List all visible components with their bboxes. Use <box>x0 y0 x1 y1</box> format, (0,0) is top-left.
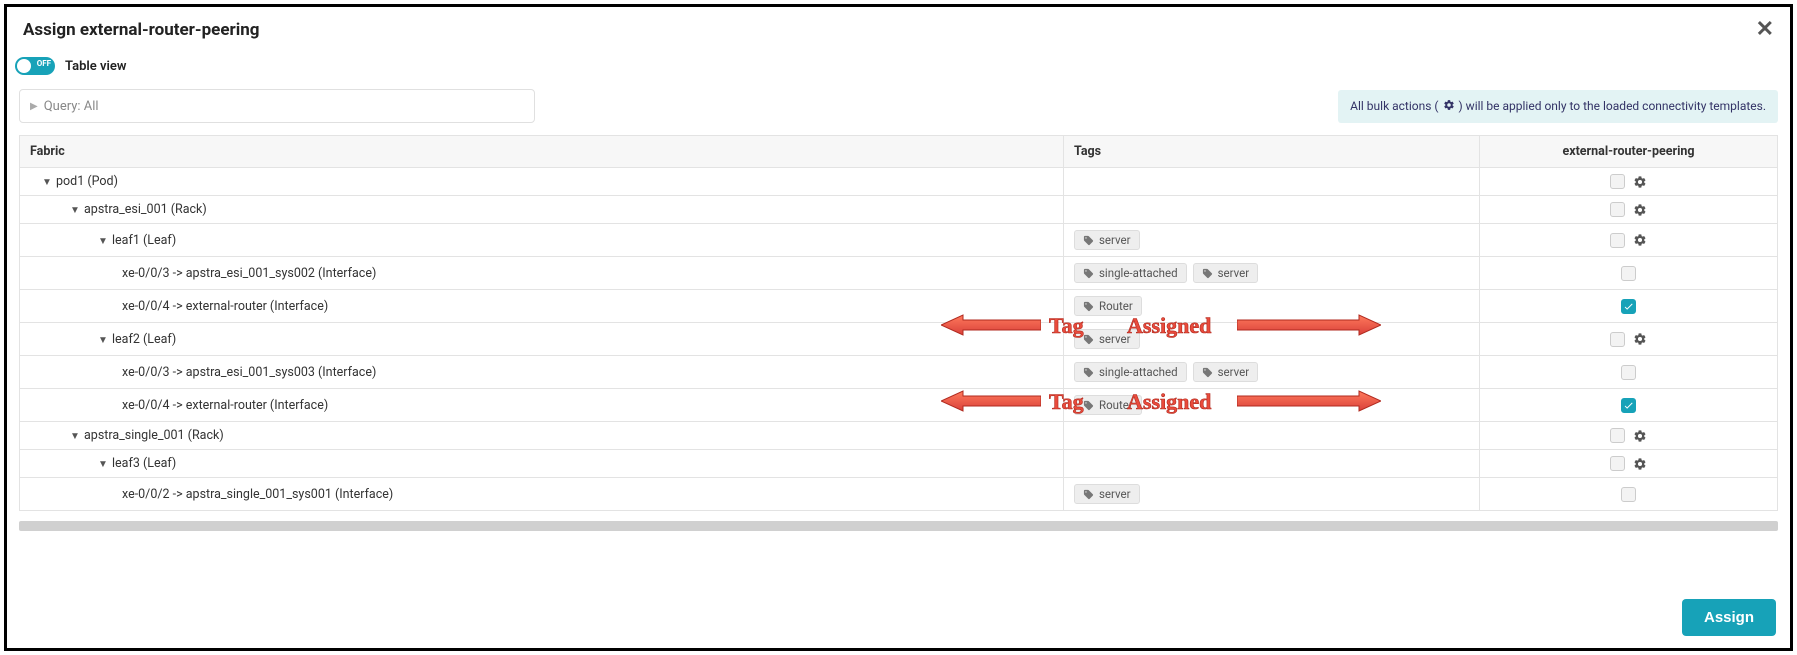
assign-checkbox[interactable] <box>1610 428 1625 443</box>
fabric-node-label: pod1 (Pod) <box>56 174 118 189</box>
chevron-down-icon[interactable]: ▼ <box>98 459 108 470</box>
table-view-label: Table view <box>65 59 126 74</box>
chevron-down-icon[interactable]: ▼ <box>70 205 80 216</box>
fabric-node-label: xe-0/0/4 -> external-router (Interface) <box>122 398 328 413</box>
table-row: xe-0/0/3 -> apstra_esi_001_sys003 (Inter… <box>20 356 1778 389</box>
chevron-down-icon[interactable]: ▼ <box>98 335 108 346</box>
chevron-down-icon[interactable]: ▼ <box>98 236 108 247</box>
gear-icon[interactable] <box>1633 175 1647 189</box>
gear-icon[interactable] <box>1633 332 1647 346</box>
table-row: ▼ apstra_single_001 (Rack) <box>20 422 1778 450</box>
col-fabric-header: Fabric <box>20 136 1064 168</box>
gear-icon[interactable] <box>1633 203 1647 217</box>
assign-checkbox[interactable] <box>1610 202 1625 217</box>
table-row: xe-0/0/4 -> external-router (Interface) R… <box>20 389 1778 422</box>
assign-checkbox[interactable] <box>1621 266 1636 281</box>
table-row: xe-0/0/2 -> apstra_single_001_sys001 (In… <box>20 478 1778 511</box>
assign-checkbox[interactable] <box>1621 398 1636 413</box>
table-row: xe-0/0/3 -> apstra_esi_001_sys002 (Inter… <box>20 257 1778 290</box>
gear-icon[interactable] <box>1633 429 1647 443</box>
assign-checkbox[interactable] <box>1621 487 1636 502</box>
fabric-table: Fabric Tags external-router-peering ▼ pod… <box>19 135 1778 511</box>
fabric-node-label: xe-0/0/3 -> apstra_esi_001_sys003 (Inter… <box>122 365 376 380</box>
col-assign-header: external-router-peering <box>1480 136 1778 168</box>
gear-icon[interactable] <box>1633 233 1647 247</box>
assign-checkbox[interactable] <box>1610 332 1625 347</box>
tag-chip[interactable]: server <box>1074 484 1140 504</box>
assign-checkbox[interactable] <box>1621 299 1636 314</box>
tag-chip[interactable]: Router <box>1074 395 1142 415</box>
query-input[interactable]: ▶ Query: All <box>19 89 535 123</box>
gear-icon[interactable] <box>1633 457 1647 471</box>
fabric-node-label: xe-0/0/2 -> apstra_single_001_sys001 (In… <box>122 487 393 502</box>
table-row: ▼ leaf1 (Leaf) server <box>20 224 1778 257</box>
tag-chip[interactable]: single-attached <box>1074 263 1187 283</box>
assign-checkbox[interactable] <box>1610 174 1625 189</box>
assign-checkbox[interactable] <box>1610 456 1625 471</box>
assign-checkbox[interactable] <box>1610 233 1625 248</box>
tag-chip[interactable]: server <box>1193 362 1259 382</box>
page-title: Assign external-router-peering <box>23 20 260 40</box>
tag-chip[interactable]: Router <box>1074 296 1142 316</box>
col-tags-header: Tags <box>1064 136 1480 168</box>
tag-chip[interactable]: server <box>1074 230 1140 250</box>
query-label: Query: All <box>44 99 99 114</box>
table-view-toggle[interactable]: OFF <box>15 57 55 75</box>
chevron-down-icon[interactable]: ▼ <box>42 177 52 188</box>
tag-chip[interactable]: server <box>1074 329 1140 349</box>
chevron-down-icon[interactable]: ▼ <box>70 431 80 442</box>
info-banner: All bulk actions ( ) will be applied onl… <box>1338 90 1778 123</box>
tag-chip[interactable]: single-attached <box>1074 362 1187 382</box>
table-row: ▼ leaf2 (Leaf) server <box>20 323 1778 356</box>
toggle-off-label: OFF <box>37 59 51 68</box>
fabric-node-label: leaf1 (Leaf) <box>112 233 176 248</box>
assign-button[interactable]: Assign <box>1682 599 1776 636</box>
info-text-before: All bulk actions ( <box>1350 99 1438 113</box>
table-row: ▼ pod1 (Pod) <box>20 168 1778 196</box>
scrollbar[interactable] <box>19 521 1778 531</box>
fabric-node-label: leaf2 (Leaf) <box>112 332 176 347</box>
fabric-node-label: apstra_single_001 (Rack) <box>84 428 224 443</box>
assign-checkbox[interactable] <box>1621 365 1636 380</box>
gear-icon <box>1443 99 1455 114</box>
fabric-node-label: apstra_esi_001 (Rack) <box>84 202 207 217</box>
caret-right-icon: ▶ <box>30 101 38 112</box>
table-row: ▼ leaf3 (Leaf) <box>20 450 1778 478</box>
fabric-node-label: leaf3 (Leaf) <box>112 456 176 471</box>
toggle-knob <box>17 59 31 73</box>
tag-chip[interactable]: server <box>1193 263 1259 283</box>
table-row: xe-0/0/4 -> external-router (Interface) R… <box>20 290 1778 323</box>
close-icon[interactable]: ✕ <box>1756 19 1774 41</box>
info-text-after: ) will be applied only to the loaded con… <box>1459 99 1766 113</box>
fabric-node-label: xe-0/0/3 -> apstra_esi_001_sys002 (Inter… <box>122 266 376 281</box>
fabric-node-label: xe-0/0/4 -> external-router (Interface) <box>122 299 328 314</box>
table-row: ▼ apstra_esi_001 (Rack) <box>20 196 1778 224</box>
